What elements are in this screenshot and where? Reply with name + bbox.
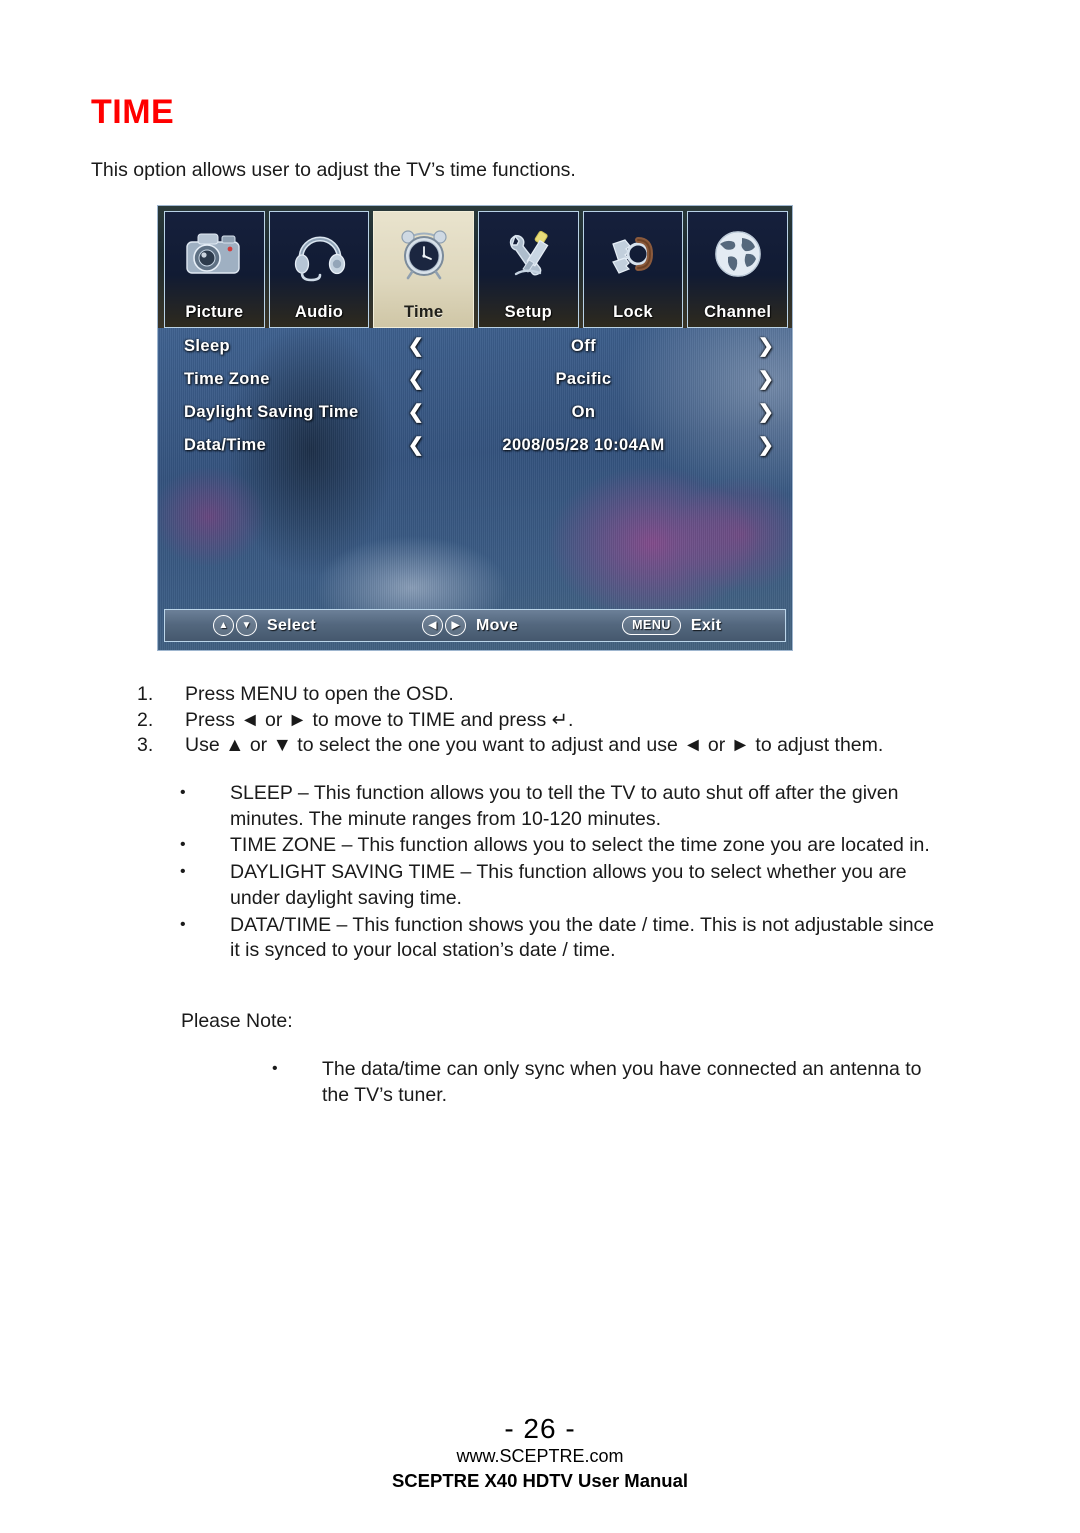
function-bullet-list: • SLEEP – This function allows you to te… — [180, 781, 940, 965]
keys-icon — [584, 218, 683, 288]
step-text: Use ▲ or ▼ to select the one you want to… — [185, 734, 884, 757]
bullet-text: The data/time can only sync when you hav… — [322, 1058, 922, 1106]
bullet-item-data-time: • DATA/TIME – This function shows you th… — [180, 913, 940, 964]
footer-website: www.SCEPTRE.com — [456, 1446, 624, 1467]
hint-select: ▲ ▼ Select — [213, 615, 316, 636]
setting-value-daylight-saving-time: On — [571, 403, 596, 421]
setting-value-sleep: Off — [570, 337, 597, 355]
bullet-text: SLEEP – This function allows you to tell… — [230, 782, 899, 830]
bullet-item-time-zone: • TIME ZONE – This function allows you t… — [180, 833, 940, 859]
osd-screenshot: Picture Audio Time Setup Lock Channel Sl… — [157, 205, 793, 651]
hint-move: ◀ ▶ Move — [421, 615, 519, 636]
step-text: Press MENU to open the OSD. — [185, 683, 454, 705]
page-number: - 26 - — [504, 1413, 576, 1444]
intro-paragraph: This option allows user to adjust the TV… — [91, 159, 576, 181]
setting-row-time-zone[interactable]: Time Zone ❮ Pacific ❯ — [158, 363, 792, 396]
osd-hint-bar: ▲ ▼ Select ◀ ▶ Move MENU Exit — [164, 609, 786, 642]
please-note-label: Please Note: — [181, 1010, 293, 1032]
tab-picture[interactable]: Picture — [164, 211, 265, 328]
bullet-text: TIME ZONE – This function allows you to … — [230, 834, 930, 857]
tab-time[interactable]: Time — [373, 211, 475, 328]
bullet-dot-icon: • — [180, 784, 186, 801]
leftright-keys: ◀ ▶ — [421, 615, 466, 636]
setting-label-sleep: Sleep — [184, 337, 231, 355]
tab-lock-label: Lock — [613, 303, 653, 321]
tab-picture-label: Picture — [185, 303, 244, 321]
tab-lock[interactable]: Lock — [582, 211, 684, 328]
arrow-right-icon: ▶ — [444, 615, 466, 636]
tab-audio-label: Audio — [294, 303, 344, 321]
chevron-right-icon[interactable]: ❯ — [738, 436, 792, 455]
step-item: 2. Press ◄ or ► to move to TIME and pres… — [137, 708, 947, 734]
setting-row-sleep[interactable]: Sleep ❮ Off ❯ — [158, 330, 792, 363]
chevron-right-icon[interactable]: ❯ — [738, 337, 792, 356]
camera-icon — [165, 218, 264, 288]
chevron-right-icon[interactable]: ❯ — [738, 403, 792, 422]
menu-key-icon: MENU — [622, 616, 681, 635]
hint-exit-label: Exit — [690, 616, 722, 634]
tab-setup[interactable]: Setup — [478, 211, 579, 328]
step-item: 3. Use ▲ or ▼ to select the one you want… — [137, 733, 947, 759]
wrench-screwdriver-icon — [479, 218, 578, 288]
bullet-text: DATA/TIME – This function shows you the … — [230, 913, 935, 962]
setting-label-daylight-saving-time: Daylight Saving Time — [184, 403, 359, 421]
setting-value-time-zone: Pacific — [555, 370, 612, 388]
tab-channel-label: Channel — [704, 303, 772, 321]
arrow-left-icon: ◀ — [421, 615, 443, 636]
bullet-item-antenna-note: • The data/time can only sync when you h… — [272, 1057, 952, 1108]
arrow-down-icon: ▼ — [236, 615, 257, 636]
instruction-steps: 1. Press MENU to open the OSD. 2. Press … — [137, 682, 947, 759]
osd-tab-strip: Picture Audio Time Setup Lock Channel — [158, 206, 792, 328]
bullet-dot-icon: • — [180, 836, 186, 854]
step-item: 1. Press MENU to open the OSD. — [137, 682, 947, 708]
arrow-up-icon: ▲ — [213, 615, 234, 636]
setting-value-data-time: 2008/05/28 10:04AM — [502, 436, 665, 454]
step-number: 3. — [137, 734, 154, 757]
alarm-clock-icon — [374, 218, 473, 288]
osd-settings-list: Sleep ❮ Off ❯ Time Zone ❮ Pacific ❯ Dayl… — [158, 330, 792, 462]
setting-row-data-time[interactable]: Data/Time ❮ 2008/05/28 10:04AM ❯ — [158, 429, 792, 462]
hint-exit: MENU Exit — [622, 616, 721, 635]
chevron-left-icon[interactable]: ❮ — [403, 337, 429, 356]
bullet-item-daylight-saving-time: • DAYLIGHT SAVING TIME – This function a… — [180, 860, 940, 911]
footer-manual-title: SCEPTRE X40 HDTV User Manual — [391, 1469, 689, 1491]
globe-icon — [688, 218, 787, 288]
bullet-dot-icon: • — [180, 863, 186, 881]
bullet-dot-icon: • — [272, 1060, 278, 1077]
updown-keys: ▲ ▼ — [213, 615, 257, 636]
hint-select-label: Select — [267, 616, 316, 634]
chevron-right-icon[interactable]: ❯ — [738, 370, 792, 389]
step-text: Press ◄ or ► to move to TIME and press ↵… — [185, 708, 574, 731]
page-footer: - 26 - www.SCEPTRE.com SCEPTRE X40 HDTV … — [0, 1413, 1080, 1493]
chevron-left-icon[interactable]: ❮ — [403, 436, 429, 455]
bullet-text: DAYLIGHT SAVING TIME – This function all… — [230, 861, 907, 909]
step-number: 1. — [137, 683, 154, 705]
tab-channel[interactable]: Channel — [687, 211, 789, 328]
bullet-item-sleep: • SLEEP – This function allows you to te… — [180, 781, 940, 832]
setting-row-daylight-saving-time[interactable]: Daylight Saving Time ❮ On ❯ — [158, 396, 792, 429]
chevron-left-icon[interactable]: ❮ — [403, 403, 429, 422]
step-number: 2. — [137, 708, 154, 731]
chevron-left-icon[interactable]: ❮ — [403, 370, 429, 389]
setting-label-data-time: Data/Time — [184, 436, 267, 454]
tab-audio[interactable]: Audio — [268, 211, 370, 328]
headphones-icon — [270, 218, 369, 288]
page-title: TIME — [91, 93, 175, 131]
tab-setup-label: Setup — [504, 303, 553, 321]
note-bullet-list: • The data/time can only sync when you h… — [272, 1057, 952, 1109]
tab-time-label: Time — [403, 303, 444, 321]
bullet-dot-icon: • — [180, 915, 186, 933]
setting-label-time-zone: Time Zone — [184, 370, 270, 388]
hint-move-label: Move — [475, 616, 519, 634]
